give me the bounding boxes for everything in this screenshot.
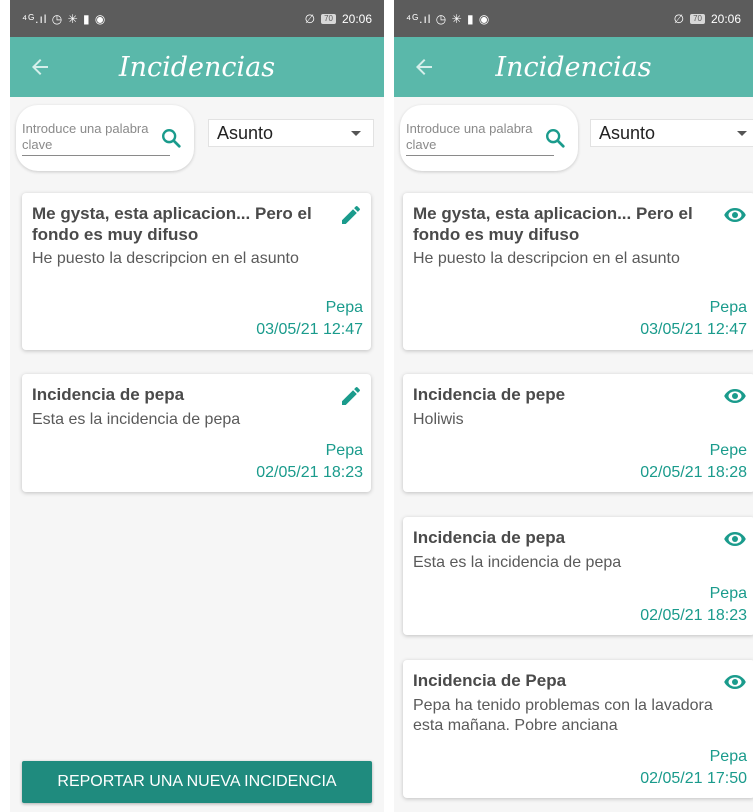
incident-card[interactable]: Incidencia de pepa Esta es la incidencia… bbox=[22, 374, 371, 492]
back-arrow-icon[interactable] bbox=[28, 55, 52, 79]
search-placeholder: Introduce una palabra clave bbox=[22, 121, 149, 152]
battery-icon: 70 bbox=[321, 13, 336, 24]
incident-user: Pepa bbox=[709, 748, 747, 765]
eye-icon[interactable] bbox=[723, 670, 747, 694]
filter-selected-value: Asunto bbox=[217, 122, 274, 143]
mute-icon: ∅ bbox=[673, 11, 685, 26]
incident-date: 02/05/21 17:50 bbox=[640, 770, 747, 787]
incident-card[interactable]: Me gysta, esta aplicacion... Pero el fon… bbox=[403, 193, 753, 350]
incident-description: He puesto la descripcion en el asunto bbox=[32, 250, 299, 267]
incident-user: Pepa bbox=[709, 299, 747, 316]
eye-icon[interactable] bbox=[723, 384, 747, 408]
incident-description: Holiwis bbox=[413, 411, 464, 428]
status-bar: ⁴ᴳ.ıl ◷ ✳ ▮ ◉ ∅ 70 20:06 bbox=[394, 0, 753, 37]
incident-user: Pepa bbox=[325, 299, 363, 316]
battery-icon: 70 bbox=[690, 13, 705, 24]
eye-icon[interactable] bbox=[723, 203, 747, 227]
incident-date: 02/05/21 18:23 bbox=[256, 464, 363, 481]
mute-icon: ∅ bbox=[304, 11, 316, 26]
filter-select[interactable]: Asunto bbox=[590, 119, 753, 147]
status-bar: ⁴ᴳ.ıl ◷ ✳ ▮ ◉ ∅ 70 20:06 bbox=[10, 0, 384, 37]
incident-card[interactable]: Incidencia de Pepa Pepa ha tenido proble… bbox=[403, 660, 753, 798]
incident-description: Esta es la incidencia de pepa bbox=[413, 554, 622, 571]
search-input[interactable]: Introduce una palabra clave bbox=[406, 121, 554, 156]
page-title: Incidencias bbox=[495, 51, 652, 83]
eye-icon[interactable] bbox=[723, 527, 747, 551]
screen-right: ⁴ᴳ.ıl ◷ ✳ ▮ ◉ ∅ 70 20:06 Incidencias Int… bbox=[394, 0, 753, 812]
incident-date: 02/05/21 18:23 bbox=[640, 607, 747, 624]
status-icons: ⁴ᴳ.ıl ◷ ✳ ▮ ◉ bbox=[22, 11, 107, 26]
incident-user: Pepa bbox=[709, 585, 747, 602]
incident-title: Incidencia de pepa bbox=[413, 528, 566, 547]
search-box[interactable]: Introduce una palabra clave bbox=[16, 105, 194, 171]
incident-user: Pepe bbox=[709, 442, 747, 459]
incident-date: 02/05/21 18:28 bbox=[640, 464, 747, 481]
incident-date: 03/05/21 12:47 bbox=[256, 321, 363, 338]
search-icon[interactable] bbox=[160, 127, 182, 149]
edit-icon[interactable] bbox=[339, 384, 363, 408]
status-time: 20:06 bbox=[341, 11, 372, 26]
incident-title: Me gysta, esta aplicacion... Pero el fon… bbox=[413, 204, 693, 244]
status-time: 20:06 bbox=[710, 11, 741, 26]
incident-title: Incidencia de pepa bbox=[32, 385, 185, 404]
incident-title: Me gysta, esta aplicacion... Pero el fon… bbox=[32, 204, 312, 244]
screen-left: ⁴ᴳ.ıl ◷ ✳ ▮ ◉ ∅ 70 20:06 Incidencias Int… bbox=[10, 0, 384, 812]
back-arrow-icon[interactable] bbox=[412, 55, 436, 79]
search-icon[interactable] bbox=[544, 127, 566, 149]
incident-date: 03/05/21 12:47 bbox=[640, 321, 747, 338]
app-bar: Incidencias bbox=[10, 37, 384, 97]
incident-card[interactable]: Me gysta, esta aplicacion... Pero el fon… bbox=[22, 193, 371, 350]
incident-description: He puesto la descripcion en el asunto bbox=[413, 250, 680, 267]
filter-selected-value: Asunto bbox=[599, 122, 656, 143]
incident-title: Incidencia de pepe bbox=[413, 385, 566, 404]
incident-card[interactable]: Incidencia de pepe Holiwis Pepe 02/05/21… bbox=[403, 374, 753, 492]
search-box[interactable]: Introduce una palabra clave bbox=[400, 105, 578, 171]
search-row: Introduce una palabra clave Asunto bbox=[10, 97, 384, 187]
page-title: Incidencias bbox=[118, 51, 276, 83]
incident-description: Pepa ha tenido problemas con la lavadora… bbox=[413, 697, 713, 734]
edit-icon[interactable] bbox=[339, 203, 363, 227]
incident-user: Pepa bbox=[325, 442, 363, 459]
report-new-incident-button[interactable]: REPORTAR UNA NUEVA INCIDENCIA bbox=[22, 761, 372, 803]
incident-card[interactable]: Incidencia de pepa Esta es la incidencia… bbox=[403, 517, 753, 635]
incident-title: Incidencia de Pepa bbox=[413, 671, 567, 690]
dropdown-arrow-icon bbox=[351, 131, 361, 136]
filter-select[interactable]: Asunto bbox=[208, 119, 374, 147]
incident-description: Esta es la incidencia de pepa bbox=[32, 411, 241, 428]
search-input[interactable]: Introduce una palabra clave bbox=[22, 121, 170, 156]
dropdown-arrow-icon bbox=[737, 131, 747, 136]
app-bar: Incidencias bbox=[394, 37, 753, 97]
status-icons: ⁴ᴳ.ıl ◷ ✳ ▮ ◉ bbox=[406, 11, 491, 26]
search-row: Introduce una palabra clave Asunto bbox=[394, 97, 753, 187]
search-placeholder: Introduce una palabra clave bbox=[406, 121, 533, 152]
